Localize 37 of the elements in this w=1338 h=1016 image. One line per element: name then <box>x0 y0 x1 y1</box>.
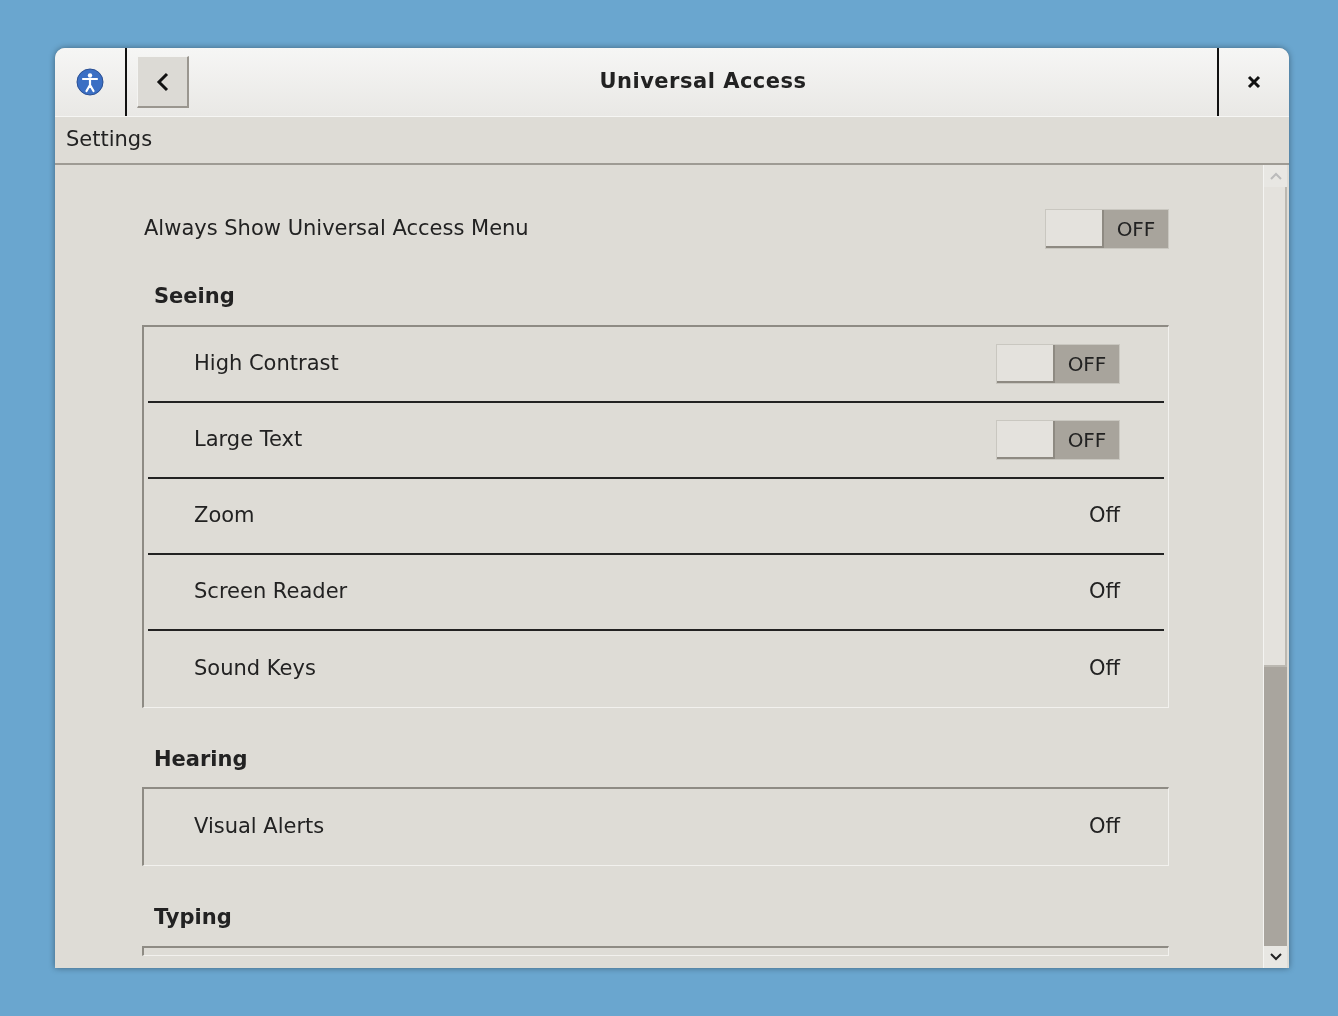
section-heading: Typing <box>154 904 233 931</box>
toggle-switch[interactable]: OFF <box>996 343 1120 384</box>
scrollbar[interactable] <box>1263 165 1287 968</box>
chevron-left-icon <box>155 71 170 92</box>
scroll-down-button[interactable] <box>1264 946 1287 968</box>
setting-label: Screen Reader <box>194 577 348 605</box>
setting-row[interactable]: High Contrast OFF <box>148 326 1164 403</box>
setting-value: Off <box>1089 813 1120 841</box>
setting-label: High Contrast <box>194 349 339 377</box>
setting-row[interactable]: Zoom Off <box>148 478 1164 555</box>
back-button[interactable] <box>137 56 189 108</box>
switch-knob <box>997 420 1055 459</box>
setting-label: Large Text <box>194 425 303 453</box>
setting-label: Sound Keys <box>194 654 316 682</box>
setting-row[interactable]: Screen Reader Off <box>148 554 1164 631</box>
setting-row[interactable]: Large Text OFF <box>148 402 1164 479</box>
setting-row[interactable]: Visual Alerts Off <box>148 789 1164 865</box>
setting-value: Off <box>1089 501 1120 529</box>
switch-knob <box>997 344 1055 383</box>
scroll-thumb[interactable] <box>1264 187 1287 667</box>
close-icon <box>1247 75 1261 89</box>
section-heading: Seeing <box>154 283 236 310</box>
switch-knob <box>1046 210 1104 248</box>
toggle-switch[interactable]: OFF <box>996 419 1120 460</box>
setting-label: Zoom <box>194 501 255 529</box>
accessibility-icon <box>76 68 104 96</box>
window-title: Universal Access <box>599 68 807 96</box>
setting-row[interactable]: Sound Keys Off <box>148 630 1164 707</box>
breadcrumb-text: Settings <box>66 126 153 154</box>
setting-value: Off <box>1089 577 1120 605</box>
section-heading: Hearing <box>154 745 249 773</box>
chevron-down-icon <box>1269 953 1282 961</box>
setting-value: Off <box>1089 654 1120 682</box>
setting-label: Always Show Universal Access Menu <box>144 215 529 243</box>
chevron-up-icon <box>1269 172 1282 180</box>
setting-label: Visual Alerts <box>194 813 325 841</box>
toggle-switch[interactable]: OFF <box>1045 209 1169 249</box>
